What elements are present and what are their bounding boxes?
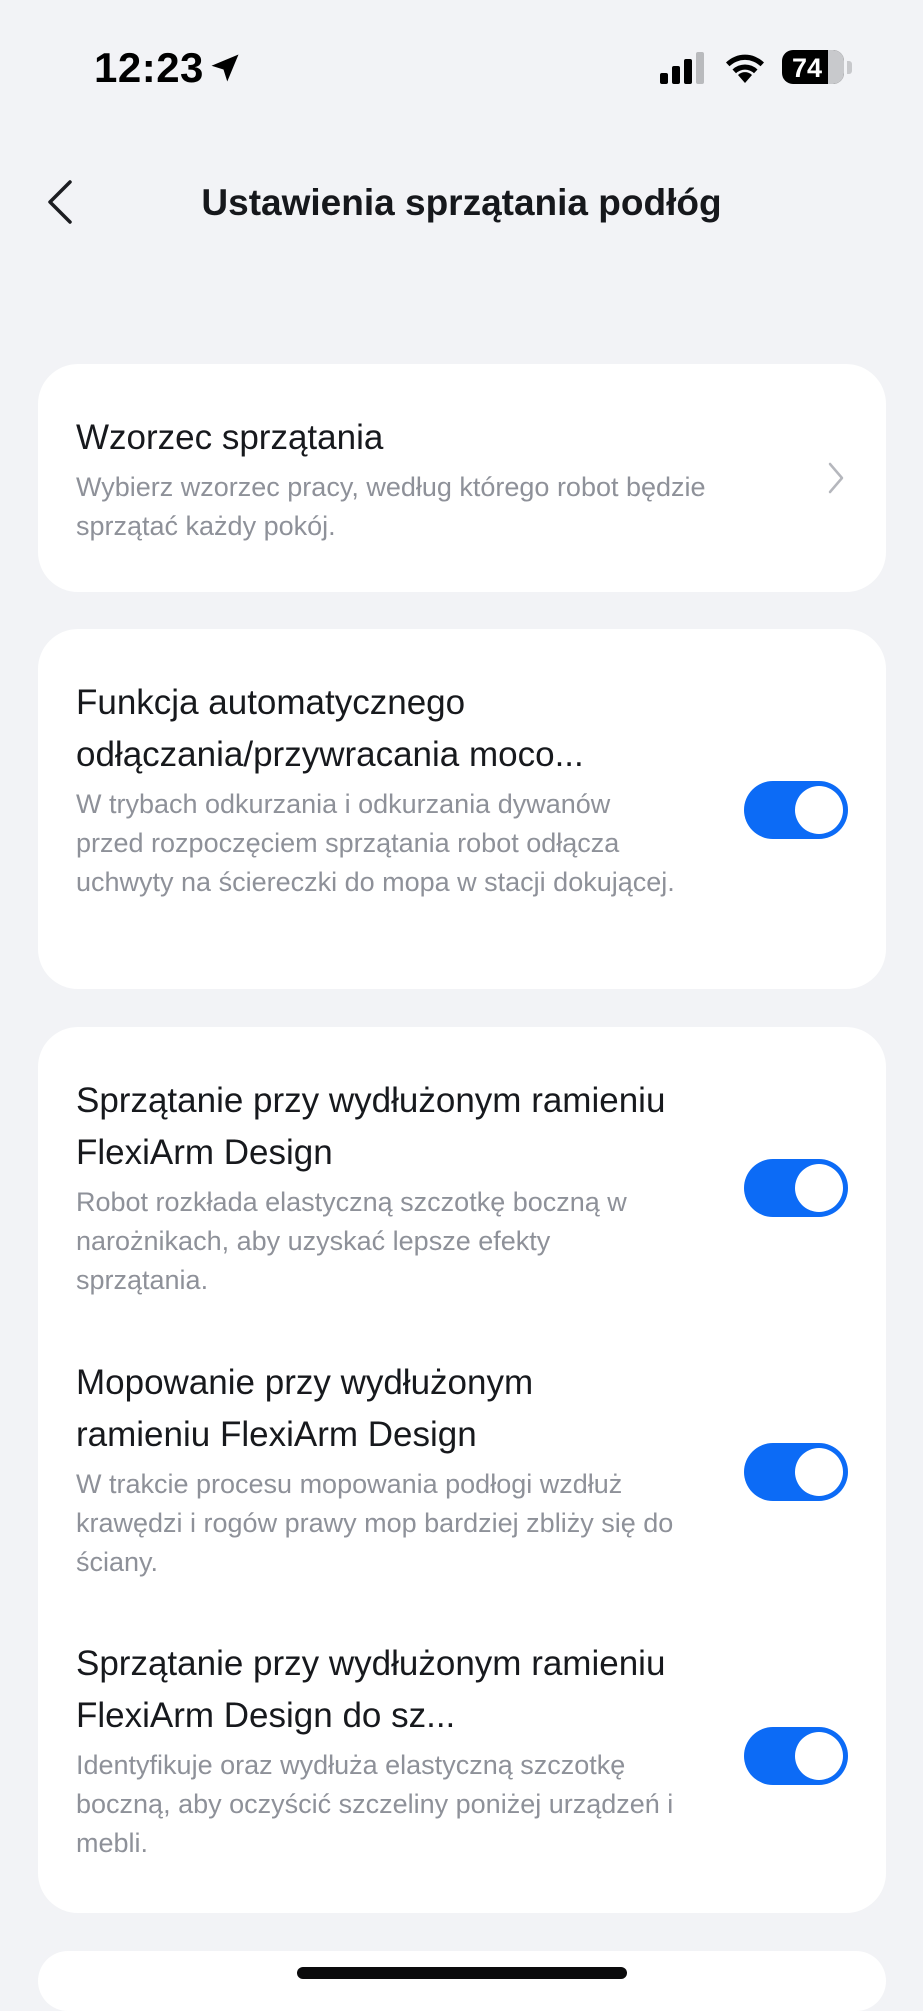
toggle-knob [795,1164,843,1212]
flexiarm-gaps-toggle[interactable] [744,1727,848,1785]
flexiarm-clean-toggle[interactable] [744,1159,848,1217]
mop-detach-title: Funkcja automatycznego odłączania/przywr… [76,683,584,774]
mop-detach-desc: W trybach odkurzania i odkurzania dywanó… [76,789,675,897]
mop-detach-card: Funkcja automatycznego odłączania/przywr… [38,629,886,989]
cleaning-pattern-title: Wzorzec sprzątania [76,418,384,457]
flexiarm-mop-item: Mopowanie przy wydłużonym ramieniu Flexi… [76,1357,676,1582]
location-arrow-icon [211,54,239,82]
cleaning-pattern-item: Wzorzec sprzątania Wybierz wzorzec pracy… [76,412,716,546]
mop-detach-toggle[interactable] [744,781,848,839]
cleaning-pattern-desc: Wybierz wzorzec pracy, według którego ro… [76,472,706,541]
flexiarm-mop-desc: W trakcie procesu mopowania podłogi wzdł… [76,1469,674,1577]
flexiarm-card: Sprzątanie przy wydłużonym ramieniu Flex… [38,1027,886,1913]
flexiarm-clean-item: Sprzątanie przy wydłużonym ramieniu Flex… [76,1075,676,1300]
flexiarm-gaps-item: Sprzątanie przy wydłużonym ramieniu Flex… [76,1638,676,1863]
cellular-signal-icon [660,52,704,84]
status-time: 12:23 [94,44,204,91]
mop-detach-item: Funkcja automatycznego odłączania/przywr… [76,677,676,902]
battery-level: 74 [791,53,823,83]
flexiarm-gaps-desc: Identyfikuje oraz wydłuża elastyczną szc… [76,1750,674,1858]
status-bar: 12:23 74 [0,0,923,140]
toggle-knob [795,1448,843,1496]
page-title: Ustawienia sprzątania podłóg [201,182,722,223]
next-settings-card [38,1951,886,2011]
flexiarm-clean-title: Sprzątanie przy wydłużonym ramieniu Flex… [76,1081,666,1172]
flexiarm-mop-title: Mopowanie przy wydłużonym ramieniu Flexi… [76,1363,534,1454]
flexiarm-mop-toggle[interactable] [744,1443,848,1501]
battery-tip [847,61,852,74]
toggle-knob [795,786,843,834]
battery-indicator: 74 [782,50,844,84]
chevron-right-icon[interactable] [826,460,846,496]
cleaning-pattern-card[interactable]: Wzorzec sprzątania Wybierz wzorzec pracy… [38,364,886,592]
wifi-icon [726,54,764,83]
toggle-knob [795,1732,843,1780]
flexiarm-gaps-title: Sprzątanie przy wydłużonym ramieniu Flex… [76,1644,666,1735]
flexiarm-clean-desc: Robot rozkłada elastyczną szczotkę boczn… [76,1187,627,1295]
home-indicator [297,1967,627,1979]
